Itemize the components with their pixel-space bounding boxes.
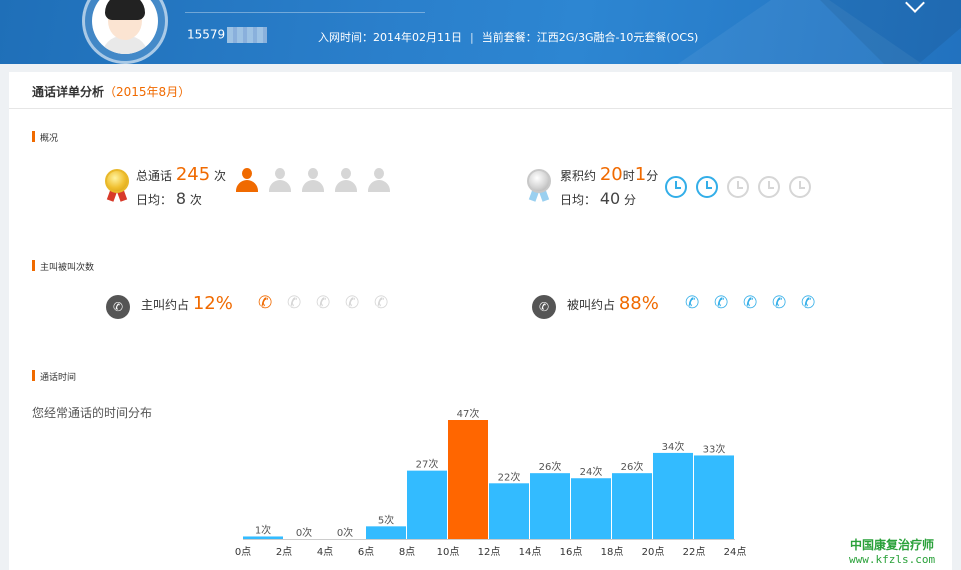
- join-date: 入网时间：2014年02月11日: [318, 31, 462, 44]
- x-tick-label: 24点: [724, 546, 747, 558]
- x-tick-label: 0点: [235, 546, 251, 558]
- x-tick-label: 14点: [519, 546, 542, 558]
- bar-data-label: 34次: [662, 440, 685, 453]
- bar-data-label: 0次: [337, 526, 353, 539]
- bar-data-label: 33次: [703, 442, 726, 455]
- bar-data-label: 1次: [255, 523, 271, 536]
- x-tick-label: 8点: [399, 546, 415, 558]
- bar-data-label: 0次: [296, 526, 312, 539]
- x-tick-label: 6点: [358, 546, 374, 558]
- x-tick-label: 12点: [478, 546, 501, 558]
- avatar-image: [92, 0, 158, 54]
- watermark: 中国康复治疗师 www.kfzls.com: [849, 536, 935, 566]
- phone-number-text: 15579: [187, 27, 226, 42]
- banner-divider: [185, 12, 425, 13]
- bar-data-label: 27次: [416, 458, 439, 471]
- bar: [407, 470, 447, 539]
- current-plan: 当前套餐：江西2G/3G融合-10元套餐(OCS): [481, 31, 699, 44]
- bar-data-label: 26次: [539, 460, 562, 473]
- bar-data-label: 22次: [498, 470, 521, 483]
- banner-decoration: [780, 0, 961, 64]
- bar-data-label: 26次: [621, 460, 644, 473]
- call-analysis-card: 通话详单分析（2015年8月） 概况 总通话 245 次 日均： 8 次 累积约…: [9, 72, 952, 570]
- bar: [694, 455, 734, 539]
- watermark-line2: www.kfzls.com: [849, 553, 936, 566]
- x-tick-label: 22点: [683, 546, 706, 558]
- bar: [571, 478, 611, 539]
- watermark-line1: 中国康复治疗师: [850, 538, 935, 552]
- x-tick-label: 20点: [642, 546, 665, 558]
- x-tick-label: 2点: [276, 546, 292, 558]
- bar-data-label: 24次: [580, 465, 603, 478]
- bar-data-label: 5次: [378, 513, 394, 526]
- x-tick-label: 10点: [437, 546, 460, 558]
- call-time-bar-chart: 1次 0次 0次 5次 27次 47次 22次 26次 24次 26次 34次 33次 0点 2点 4点 6点…: [235, 407, 747, 558]
- bar: [489, 483, 529, 539]
- info-separator: |: [470, 31, 474, 44]
- account-info: 入网时间：2014年02月11日 | 当前套餐：江西2G/3G融合-10元套餐(OC…: [318, 29, 698, 45]
- bar: [612, 473, 652, 539]
- bar: [448, 420, 488, 539]
- phone-number: 15579: [187, 27, 268, 43]
- x-tick-label: 4点: [317, 546, 333, 558]
- bar: [530, 473, 570, 539]
- x-tick-label: 18点: [601, 546, 624, 558]
- profile-banner: 15579 入网时间：2014年02月11日 | 当前套餐：江西2G/3G融合-10…: [0, 0, 961, 64]
- bar-data-label: 47次: [457, 407, 480, 420]
- bar: [243, 536, 283, 539]
- bar: [653, 452, 693, 539]
- avatar[interactable]: [82, 0, 168, 64]
- bar: [366, 526, 406, 539]
- phone-number-mask: [227, 27, 268, 43]
- x-tick-label: 16点: [560, 546, 583, 558]
